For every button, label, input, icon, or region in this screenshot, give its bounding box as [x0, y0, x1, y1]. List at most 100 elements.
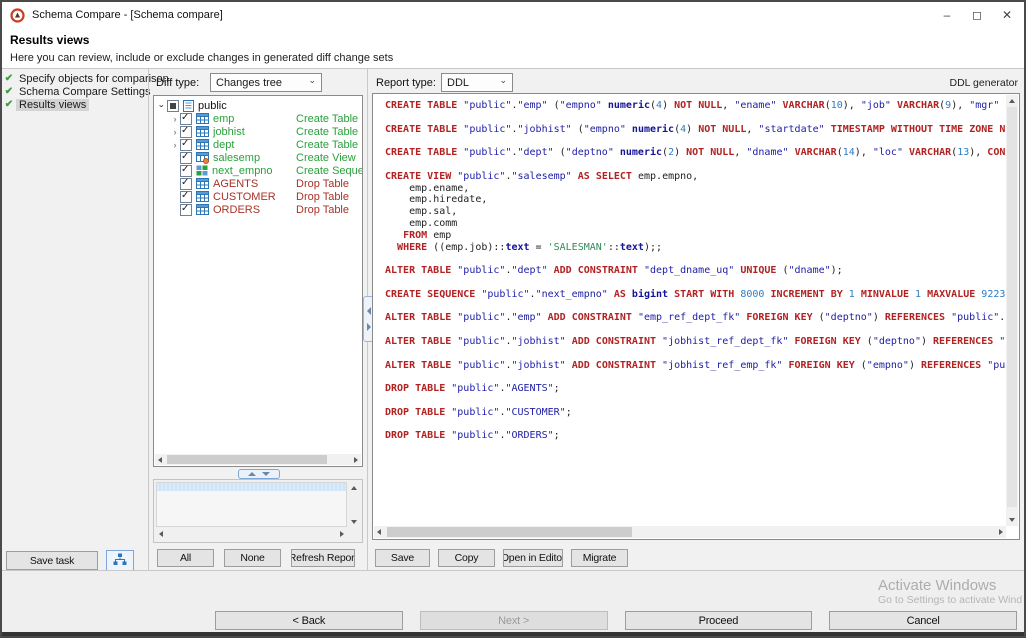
ddl-generator-label: DDL generator — [950, 77, 1018, 89]
wizard-step-results-views[interactable]: ✔Results views — [2, 98, 148, 111]
check-icon: ✔ — [2, 99, 16, 110]
sql-line: FROM emp — [385, 230, 1005, 242]
diff-button-row: All None Refresh Report — [157, 549, 355, 567]
tree-item-orders[interactable]: ORDERS Drop Table — [154, 203, 362, 216]
open-in-editor-button[interactable]: Open in Editor — [503, 549, 563, 567]
table-icon — [196, 191, 209, 202]
chevron-down-icon: ⌄ — [308, 75, 316, 86]
diff-type-label: Diff type: — [156, 77, 199, 89]
detail-panel-content — [156, 482, 347, 527]
tree-checkbox[interactable] — [167, 100, 179, 112]
view-icon — [196, 152, 209, 164]
table-icon — [196, 178, 209, 189]
tree-checkbox[interactable] — [180, 113, 192, 125]
divider — [148, 69, 149, 571]
scroll-up-icon[interactable] — [351, 486, 357, 490]
table-icon — [196, 204, 209, 215]
wizard-header: Results views Here you can review, inclu… — [2, 28, 1024, 69]
tree-item-salesemp[interactable]: salesempCreate View — [154, 151, 362, 164]
scroll-down-icon[interactable] — [351, 520, 357, 524]
tree-item-label: ORDERS — [213, 204, 260, 216]
diff-type-value: Changes tree — [216, 77, 282, 89]
scroll-left-icon[interactable] — [159, 531, 163, 537]
collapse-right-icon[interactable] — [367, 323, 371, 331]
none-button[interactable]: None — [224, 549, 281, 567]
tree-checkbox[interactable] — [180, 178, 192, 190]
cancel-button[interactable]: Cancel — [829, 611, 1017, 630]
close-icon[interactable]: ✕ — [992, 2, 1022, 28]
detail-panel — [153, 479, 363, 543]
tree-checkbox[interactable] — [180, 165, 192, 177]
sql-line: emp.ename, — [385, 183, 1005, 195]
tree-item-next-empno[interactable]: next_empnoCreate Sequence — [154, 164, 362, 177]
collapse-down-icon[interactable] — [262, 472, 270, 476]
back-button[interactable]: < Back — [215, 611, 403, 630]
refresh-report-button[interactable]: Refresh Report — [291, 549, 355, 567]
schema-compare-window: Schema Compare - [Schema compare] – ◻ ✕ … — [0, 0, 1026, 638]
report-type-select[interactable]: DDL ⌄ — [441, 73, 513, 92]
sql-line — [385, 277, 1005, 289]
schema-icon — [183, 100, 194, 112]
next-button[interactable]: Next > — [420, 611, 608, 630]
tree-item-customer[interactable]: CUSTOMER Drop Table — [154, 190, 362, 203]
diff-type-select[interactable]: Changes tree ⌄ — [210, 73, 322, 92]
change-action-label: Create Table — [296, 126, 358, 138]
change-action-label: Create Table — [296, 113, 358, 125]
collapse-left-icon[interactable] — [367, 307, 371, 315]
sql-line — [385, 324, 1005, 336]
tree-item-label: dept — [213, 139, 234, 151]
sql-line: ALTER TABLE "public"."jobhist" ADD CONST… — [385, 336, 1005, 348]
detail-selected-row[interactable] — [157, 483, 346, 491]
tree-checkbox[interactable] — [180, 152, 192, 164]
sql-line — [385, 159, 1005, 171]
migrate-button[interactable]: Migrate — [571, 549, 628, 567]
tree-item-label: CUSTOMER — [213, 191, 276, 203]
tree-item-label: jobhist — [213, 126, 245, 138]
tree-checkbox[interactable] — [180, 191, 192, 203]
horizontal-splitter[interactable] — [153, 469, 363, 477]
expander-icon[interactable]: › — [157, 101, 167, 111]
minimize-icon[interactable]: – — [932, 2, 962, 28]
tree-item-dept[interactable]: ›deptCreate Table — [154, 138, 362, 151]
tree-item-label: emp — [213, 113, 234, 125]
sql-line: ALTER TABLE "public"."emp" ADD CONSTRAIN… — [385, 312, 1005, 324]
report-button-row: Save Copy Open in Editor Migrate — [375, 549, 628, 567]
sql-line: emp.hiredate, — [385, 194, 1005, 206]
tree-horizontal-scrollbar[interactable] — [155, 454, 361, 465]
check-icon: ✔ — [2, 86, 16, 97]
wizard-step-specify-objects-for-comparison[interactable]: ✔Specify objects for comparison — [2, 72, 148, 85]
sql-line — [385, 253, 1005, 265]
sql-line — [385, 348, 1005, 360]
save-task-button[interactable]: Save task — [6, 551, 98, 570]
tree-item-public[interactable]: ›public — [154, 99, 362, 112]
sql-horizontal-scrollbar[interactable] — [374, 526, 1006, 538]
expander-icon[interactable]: › — [170, 140, 180, 150]
expander-icon[interactable]: › — [170, 114, 180, 124]
check-icon: ✔ — [2, 73, 16, 84]
sql-vertical-scrollbar[interactable] — [1006, 95, 1018, 526]
tree-item-jobhist[interactable]: › jobhist Create Table — [154, 125, 362, 138]
collapse-up-icon[interactable] — [248, 472, 256, 476]
all-button[interactable]: All — [157, 549, 214, 567]
copy-button[interactable]: Copy — [438, 549, 495, 567]
save-button[interactable]: Save — [375, 549, 430, 567]
tree-item-emp[interactable]: › emp Create Table — [154, 112, 362, 125]
change-action-label: Drop Table — [296, 204, 349, 216]
footer: Activate Windows Go to Settings to activ… — [2, 571, 1024, 632]
maximize-icon[interactable]: ◻ — [962, 2, 992, 28]
sql-line — [385, 419, 1005, 431]
wizard-step-schema-compare-settings[interactable]: ✔Schema Compare Settings — [2, 85, 148, 98]
expander-icon[interactable]: › — [170, 127, 180, 137]
title-bar: Schema Compare - [Schema compare] – ◻ ✕ — [2, 2, 1024, 28]
tree-checkbox[interactable] — [180, 139, 192, 151]
scroll-right-icon[interactable] — [340, 531, 344, 537]
changes-tree-rows: ›public›empCreate Table›jobhistCreate Ta… — [154, 99, 362, 216]
proceed-button[interactable]: Proceed — [625, 611, 813, 630]
tree-checkbox[interactable] — [180, 126, 192, 138]
table-icon — [196, 113, 209, 124]
tree-checkbox[interactable] — [180, 204, 192, 216]
ddl-report-view[interactable]: CREATE TABLE "public"."emp" ("empno" num… — [372, 93, 1020, 540]
sql-line: CREATE TABLE "public"."dept" ("deptno" n… — [385, 147, 1005, 159]
change-action-label: Drop Table — [296, 191, 349, 203]
tree-item-agents[interactable]: AGENTSDrop Table — [154, 177, 362, 190]
